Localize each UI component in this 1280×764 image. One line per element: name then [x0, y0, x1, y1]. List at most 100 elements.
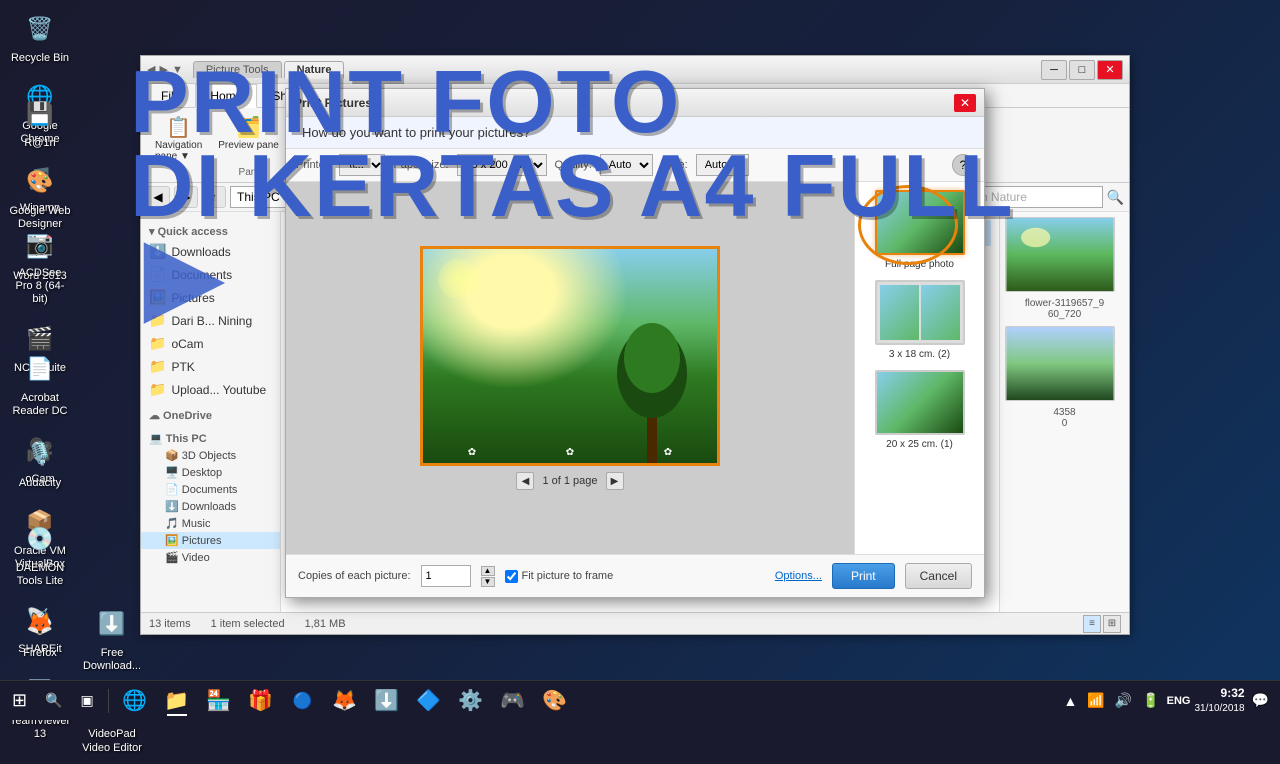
notifications-icon[interactable]: 💬: [1249, 692, 1272, 709]
cancel-button[interactable]: Cancel: [905, 563, 972, 589]
status-count: 13 items: [149, 618, 191, 630]
options-link[interactable]: Options...: [775, 570, 822, 582]
start-button[interactable]: ⊞: [4, 684, 35, 718]
up-button[interactable]: ↑: [202, 186, 226, 208]
layout-20x25-thumb: [875, 370, 965, 435]
layout-20x25[interactable]: 20 x 25 cm. (1): [863, 370, 976, 450]
print-dialog: Print Pictures ✕ How do you want to prin…: [285, 88, 985, 598]
status-selected: 1 item selected: [211, 618, 285, 630]
task-view-button[interactable]: ▣: [73, 684, 102, 718]
onedrive-header: ☁ OneDrive: [141, 401, 280, 424]
view-toggle-btns: ≡ ⊞: [1083, 615, 1121, 633]
sidebar-item-pictures[interactable]: 🖼️ Pictures: [141, 286, 280, 309]
taskbar-gift[interactable]: 🎁: [241, 684, 281, 718]
copies-input[interactable]: [421, 565, 471, 587]
sidebar-item-dari-b[interactable]: 📁 Dari B... Nining: [141, 309, 280, 332]
sidebar-item-downloads[interactable]: ⬇️ Downloads: [141, 240, 280, 263]
copies-down[interactable]: ▼: [481, 577, 495, 587]
systray-battery[interactable]: 🔋: [1139, 692, 1162, 709]
minimize-button[interactable]: ─: [1041, 60, 1067, 80]
print-button[interactable]: Print: [832, 563, 895, 589]
sidebar-item-docs[interactable]: 📄 Documents: [141, 481, 280, 498]
preview-pane-btn[interactable]: 🗂️ Preview pane: [212, 112, 285, 165]
taskbar-edge[interactable]: 🌐: [115, 684, 155, 718]
systray-network[interactable]: 📶: [1084, 692, 1107, 709]
layout-3x18[interactable]: 3 x 18 cm. (2): [863, 280, 976, 360]
fit-frame-checkbox-area: Fit picture to frame: [505, 570, 614, 583]
desktop-icon-recycle-bin[interactable]: 🗑️ Recycle Bin: [5, 5, 75, 69]
preview-image: ✿ ✿ ✿: [420, 246, 720, 466]
desktop-icon-daemon[interactable]: 💿 DAEMON Tools Lite: [5, 515, 75, 592]
maximize-button[interactable]: □: [1069, 60, 1095, 80]
forward-button[interactable]: ▶: [174, 186, 198, 208]
sidebar-item-music[interactable]: 🎵 Music: [141, 515, 280, 532]
dialog-close-button[interactable]: ✕: [954, 94, 976, 112]
taskbar-dl[interactable]: ⬇️: [367, 684, 407, 718]
sidebar-item-upload[interactable]: 📁 Upload... Youtube: [141, 378, 280, 401]
back-button[interactable]: ◀: [146, 186, 170, 208]
taskbar-app3[interactable]: 🎮: [493, 684, 533, 718]
next-page-btn[interactable]: ▶: [606, 472, 624, 490]
quality-select[interactable]: Auto: [600, 154, 653, 176]
sidebar-item-dl[interactable]: ⬇️ Downloads: [141, 498, 280, 515]
layout-20x25-label: 20 x 25 cm. (1): [886, 439, 953, 450]
taskbar-store[interactable]: 🏪: [199, 684, 239, 718]
thumbnail-1[interactable]: [1005, 217, 1115, 292]
layout-3x18-label: 3 x 18 cm. (2): [889, 349, 950, 360]
sidebar-item-ptk[interactable]: 📁 PTK: [141, 355, 280, 378]
systray-expand[interactable]: ▲: [1060, 693, 1080, 709]
copies-spinner: ▲ ▼: [481, 566, 495, 587]
this-pc-header: 💻 This PC: [141, 424, 280, 447]
dialog-header: How do you want to print your pictures?: [286, 117, 984, 149]
title-bar: ◀ ▶ ▼ Picture Tools Nature ─ □ ✕: [141, 56, 1129, 84]
sidebar-item-3d[interactable]: 📦 3D Objects: [141, 447, 280, 464]
picture-tools-tab[interactable]: Picture Tools: [193, 61, 282, 78]
taskbar-firefox[interactable]: 🦊: [325, 684, 365, 718]
layout-full-page[interactable]: Full page photo: [863, 190, 976, 270]
desktop-icon-audacity[interactable]: 🎙️ Audacity: [5, 430, 75, 494]
thumbnail-2[interactable]: [1005, 326, 1115, 401]
paper-size-label: Paper size:: [393, 159, 448, 171]
nav-pane-btn[interactable]: 📋 Navigationpane ▼: [149, 112, 208, 165]
desktop-icon-firefox[interactable]: 🦊 Firefox: [5, 600, 75, 664]
desktop-icon-acdsee[interactable]: 📷 ACDSee Pro 8 (64-bit): [5, 220, 75, 311]
tab-home[interactable]: Home: [195, 84, 257, 108]
systray-clock[interactable]: 9:32 31/10/2018: [1195, 686, 1245, 715]
help-button[interactable]: ?: [952, 154, 974, 176]
desktop-icon-freedownload[interactable]: ⬇️ Free Download...: [77, 600, 147, 677]
layout-3x18-thumb: [875, 280, 965, 345]
fit-frame-checkbox[interactable]: [505, 570, 518, 583]
sidebar-item-pictures-pc[interactable]: 🖼️ Pictures: [141, 532, 280, 549]
printer-label: Printer:: [296, 159, 331, 171]
taskbar-chrome[interactable]: 🔵: [283, 684, 323, 718]
taskbar-app1[interactable]: 🔷: [409, 684, 449, 718]
sidebar-item-video[interactable]: 🎬 Video: [141, 549, 280, 566]
systray-volume[interactable]: 🔊: [1112, 692, 1135, 709]
taskbar-file-explorer[interactable]: 📁: [157, 684, 197, 718]
prev-page-btn[interactable]: ◀: [516, 472, 534, 490]
status-size: 1,81 MB: [305, 618, 346, 630]
close-button[interactable]: ✕: [1097, 60, 1123, 80]
taskbar-app2[interactable]: ⚙️: [451, 684, 491, 718]
grid-view-btn[interactable]: ⊞: [1103, 615, 1121, 633]
list-view-btn[interactable]: ≡: [1083, 615, 1101, 633]
title-bar-tabs: ◀ ▶ ▼ Picture Tools Nature: [147, 61, 1041, 79]
search-button[interactable]: 🔍: [37, 684, 70, 718]
sidebar-item-ocam[interactable]: 📁 oCam: [141, 332, 280, 355]
desktop-icon-r1n[interactable]: 💾 R@1n: [5, 90, 75, 154]
taskbar-app4[interactable]: 🎨: [535, 684, 575, 718]
sidebar-item-desktop[interactable]: 🖥️ Desktop: [141, 464, 280, 481]
type-select[interactable]: Auto: [696, 154, 749, 176]
sidebar-item-documents[interactable]: 📄 Documents: [141, 263, 280, 286]
search-icon[interactable]: 🔍: [1107, 189, 1124, 206]
window-controls: ─ □ ✕: [1041, 60, 1123, 80]
tab-file[interactable]: File: [146, 84, 195, 108]
paper-size-select[interactable]: 10 x 200 cm: [457, 154, 547, 176]
systray-lang[interactable]: ENG: [1167, 695, 1191, 707]
nature-tab[interactable]: Nature: [284, 61, 345, 79]
thumbnail-1-label: flower-3119657_960_720: [1005, 298, 1124, 320]
printer-select[interactable]: \\...: [339, 154, 385, 176]
taskbar: ⊞ 🔍 ▣ 🌐 📁 🏪 🎁 🔵 🦊 ⬇️ 🔷 ⚙️ 🎮 🎨 ▲ 📶 🔊 🔋 EN…: [0, 680, 1280, 720]
desktop-icon-acrobat[interactable]: 📄 Acrobat Reader DC: [5, 345, 75, 422]
copies-up[interactable]: ▲: [481, 566, 495, 576]
